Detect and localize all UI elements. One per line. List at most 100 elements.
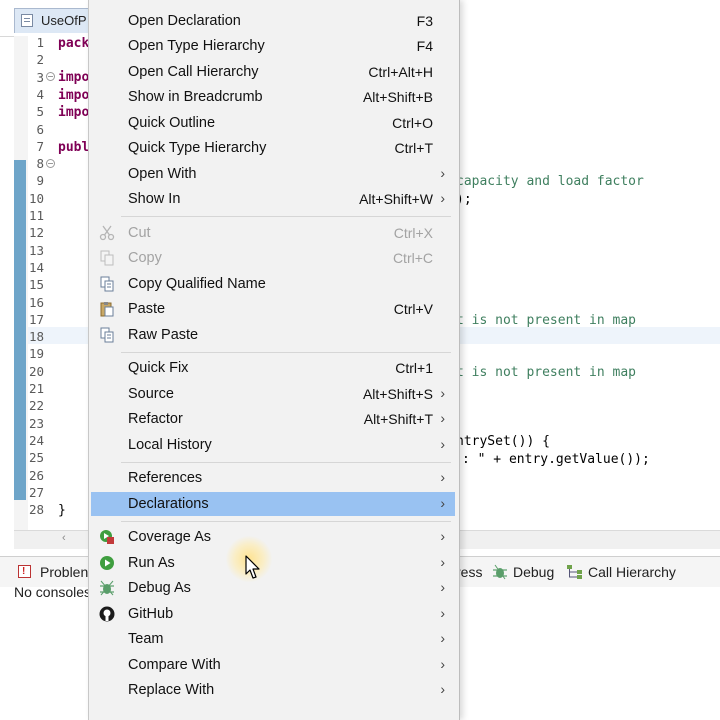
line-number: 1 xyxy=(36,35,44,50)
menu-item-team[interactable]: Team › xyxy=(91,627,455,651)
java-file-icon xyxy=(21,14,33,27)
menu-item-references[interactable]: References › xyxy=(91,466,455,490)
menu-separator xyxy=(121,352,451,353)
menu-item-refactor[interactable]: Refactor Alt+Shift+T › xyxy=(91,407,455,431)
menu-item-declarations[interactable]: Declarations › xyxy=(91,492,455,516)
menu-item-cut: Cut Ctrl+X xyxy=(91,221,455,245)
menu-item-replace-with[interactable]: Replace With › xyxy=(91,678,455,702)
menu-item-local-history[interactable]: Local History › xyxy=(91,433,455,457)
menu-item-open-declaration[interactable]: Open Declaration F3 xyxy=(91,9,455,33)
submenu-arrow-icon: › xyxy=(440,630,445,646)
tab-debug[interactable]: Debug xyxy=(513,564,554,580)
line-number: 17 xyxy=(28,311,44,327)
menu-item-label: Compare With xyxy=(128,657,221,673)
fold-collapse-icon[interactable] xyxy=(46,72,55,81)
fold-collapse-icon[interactable] xyxy=(46,159,55,168)
code-line: impo xyxy=(58,88,90,103)
menu-item-copy-qualified-name[interactable]: Copy Qualified Name xyxy=(91,272,455,296)
shortcut-label: Ctrl+1 xyxy=(395,360,433,376)
tab-problems[interactable]: Problen xyxy=(40,564,88,580)
shortcut-label: Alt+Shift+W xyxy=(359,191,433,207)
github-icon xyxy=(99,606,115,622)
line-number: 12 xyxy=(28,225,44,241)
scissors-icon xyxy=(99,225,115,241)
line-number: 20 xyxy=(28,363,44,379)
line-number: 16 xyxy=(28,294,44,310)
shortcut-label: Alt+Shift+T xyxy=(363,411,433,427)
debug-icon xyxy=(492,564,508,580)
line-number: 5 xyxy=(36,104,44,120)
submenu-arrow-icon: › xyxy=(440,528,445,544)
menu-item-label: Show in Breadcrumb xyxy=(128,89,263,105)
menu-item-quick-type-hierarchy[interactable]: Quick Type Hierarchy Ctrl+T xyxy=(91,136,455,160)
raw-paste-icon xyxy=(99,327,115,343)
menu-item-label: Open With xyxy=(128,166,197,182)
run-icon xyxy=(99,555,115,571)
line-number: 25 xyxy=(28,450,44,466)
code-line: impo xyxy=(58,70,90,85)
line-number: 28 xyxy=(28,502,44,518)
submenu-arrow-icon: › xyxy=(440,605,445,621)
menu-item-debug-as[interactable]: Debug As › xyxy=(91,576,455,600)
coverage-icon xyxy=(99,529,115,545)
code-line: capacity and load factor xyxy=(456,174,644,189)
line-number: 26 xyxy=(28,467,44,483)
line-number: 23 xyxy=(28,415,44,431)
shortcut-label: F4 xyxy=(416,38,433,54)
menu-item-label: Raw Paste xyxy=(128,327,199,343)
menu-item-label: Quick Outline xyxy=(128,115,216,131)
menu-item-label: Quick Fix xyxy=(128,360,189,376)
editor-tab-title: UseOfP xyxy=(41,13,87,28)
line-number: 3 xyxy=(36,69,44,85)
code-line: pack xyxy=(58,36,90,51)
menu-item-label: Paste xyxy=(128,301,166,317)
submenu-arrow-icon: › xyxy=(440,554,445,570)
paste-icon xyxy=(99,301,115,317)
menu-item-coverage-as[interactable]: Coverage As › xyxy=(91,525,455,549)
code-line: } xyxy=(58,503,66,518)
line-number: 14 xyxy=(28,259,44,275)
line-number: 2 xyxy=(36,52,44,68)
menu-item-open-type-hierarchy[interactable]: Open Type Hierarchy F4 xyxy=(91,34,455,58)
console-message: No consoles xyxy=(14,584,92,600)
shortcut-label: Ctrl+O xyxy=(392,115,433,131)
line-number: 11 xyxy=(28,208,44,223)
submenu-arrow-icon: › xyxy=(440,410,445,426)
menu-separator xyxy=(121,216,451,217)
menu-item-label: Debug As xyxy=(128,580,191,596)
menu-item-show-in-breadcrumb[interactable]: Show in Breadcrumb Alt+Shift+B xyxy=(91,85,455,109)
menu-item-label: Open Declaration xyxy=(128,13,241,29)
menu-item-compare-with[interactable]: Compare With › xyxy=(91,653,455,677)
line-number: 27 xyxy=(28,484,44,500)
submenu-arrow-icon: › xyxy=(440,469,445,485)
tab-call-hierarchy[interactable]: Call Hierarchy xyxy=(588,564,676,580)
problems-icon: ! xyxy=(18,565,31,578)
line-number: 9 xyxy=(36,173,44,189)
menu-item-show-in[interactable]: Show In Alt+Shift+W › xyxy=(91,187,455,211)
menu-item-label: Refactor xyxy=(128,411,183,427)
menu-item-quick-fix[interactable]: Quick Fix Ctrl+1 xyxy=(91,356,455,380)
shortcut-label: F3 xyxy=(416,13,433,29)
menu-item-label: Replace With xyxy=(128,682,215,698)
line-number: 24 xyxy=(28,432,44,448)
menu-item-github[interactable]: GitHub › xyxy=(91,602,455,626)
shortcut-label: Alt+Shift+B xyxy=(362,89,433,105)
line-number: 6 xyxy=(36,121,44,137)
line-number-gutter: 1 2 3 4 5 6 7 8 9 10 11 12 13 14 15 16 1… xyxy=(14,34,54,528)
submenu-arrow-icon: › xyxy=(440,385,445,401)
menu-item-source[interactable]: Source Alt+Shift+S › xyxy=(91,382,455,406)
submenu-arrow-icon: › xyxy=(440,681,445,697)
menu-item-run-as[interactable]: Run As › xyxy=(91,551,455,575)
scroll-left-icon[interactable]: ‹ xyxy=(62,532,66,544)
menu-item-label: Source xyxy=(128,386,174,402)
line-number: 4 xyxy=(36,86,44,102)
menu-item-label: Declarations xyxy=(128,496,209,512)
menu-item-paste[interactable]: Paste Ctrl+V xyxy=(91,297,455,321)
line-number: 19 xyxy=(28,346,44,362)
line-number: 7 xyxy=(36,138,44,154)
menu-item-open-with[interactable]: Open With › xyxy=(91,162,455,186)
menu-item-quick-outline[interactable]: Quick Outline Ctrl+O xyxy=(91,111,455,135)
menu-item-open-call-hierarchy[interactable]: Open Call Hierarchy Ctrl+Alt+H xyxy=(91,60,455,84)
menu-item-raw-paste[interactable]: Raw Paste xyxy=(91,323,455,347)
code-line: t is not present in map xyxy=(456,365,637,380)
